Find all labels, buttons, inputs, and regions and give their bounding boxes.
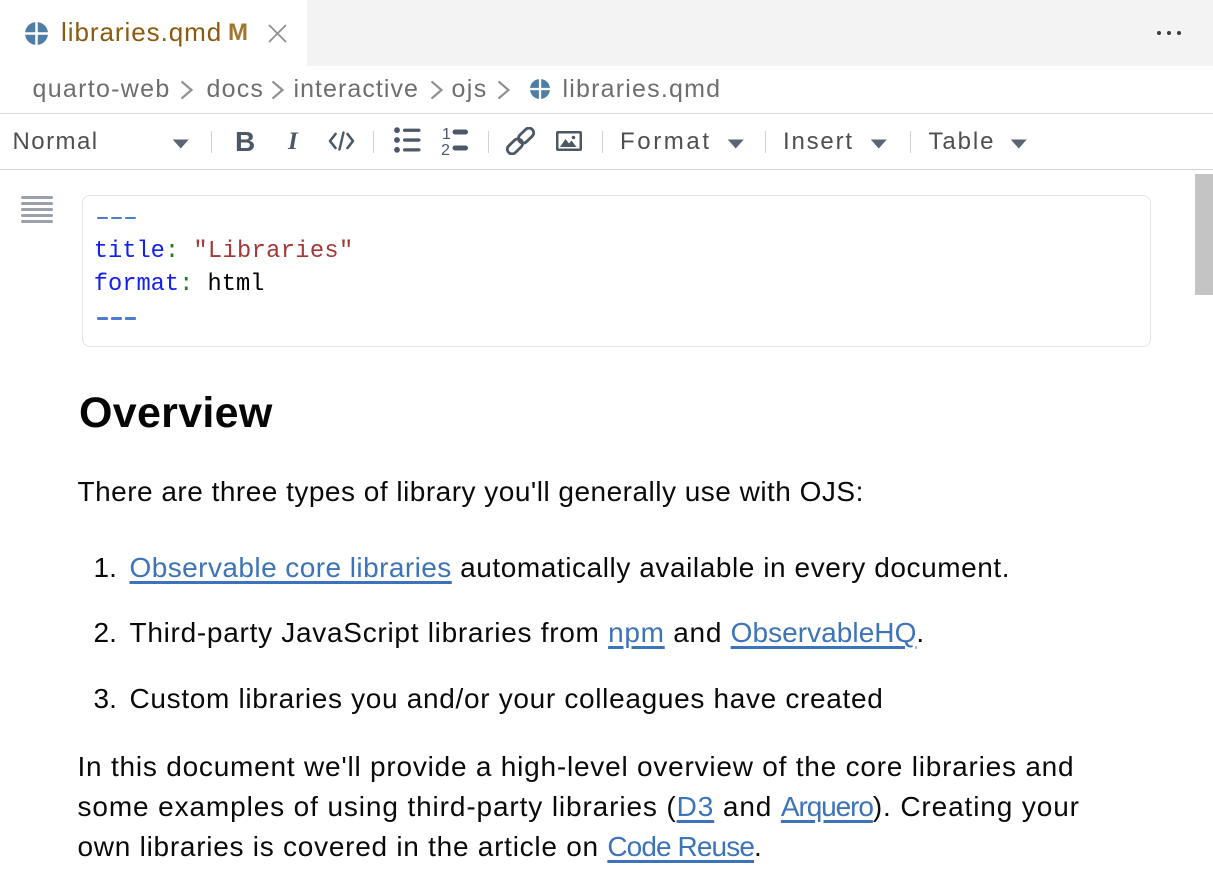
svg-text:2: 2: [441, 142, 450, 156]
svg-text:1: 1: [442, 126, 451, 143]
